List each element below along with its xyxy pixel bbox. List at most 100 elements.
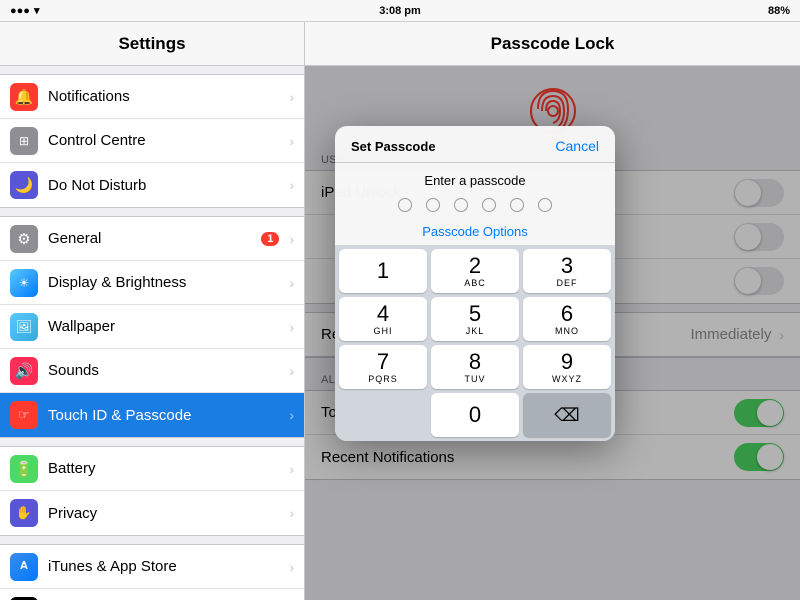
dot-2	[426, 198, 440, 212]
sidebar-group-2: ⚙ General 1 › ☀ Display & Brightness › 🖼…	[0, 216, 304, 438]
key-1-num: 1	[377, 260, 389, 282]
privacy-label: Privacy	[48, 505, 285, 522]
sidebar-item-notifications[interactable]: 🔔 Notifications ›	[0, 75, 304, 119]
key-delete[interactable]: ⌫	[523, 393, 611, 437]
dot-4	[482, 198, 496, 212]
dialog-cancel-button[interactable]: Cancel	[555, 138, 599, 154]
status-left: ●●● ▾	[10, 4, 39, 17]
key-1[interactable]: 1	[339, 249, 427, 293]
key-9[interactable]: 9 WXYZ	[523, 345, 611, 389]
chevron-icon: ›	[289, 505, 294, 521]
sidebar-group-4: 𝐀 iTunes & App Store › ◼ Wallet & Apple …	[0, 544, 304, 600]
chevron-icon: ›	[289, 231, 294, 247]
chevron-icon: ›	[289, 407, 294, 423]
sidebar-item-wallpaper[interactable]: 🖼 Wallpaper ›	[0, 305, 304, 349]
dialog-prompt: Enter a passcode	[335, 163, 615, 194]
itunes-icon: 𝐀	[10, 553, 38, 581]
notifications-label: Notifications	[48, 88, 285, 105]
key-5-alpha: JKL	[466, 326, 485, 336]
display-icon: ☀	[10, 269, 38, 297]
battery-label: 88%	[768, 5, 790, 17]
touch-id-icon: ☞	[10, 401, 38, 429]
key-2-num: 2	[469, 255, 481, 277]
dialog-title: Set Passcode	[351, 139, 436, 154]
sidebar-item-battery[interactable]: 🔋 Battery ›	[0, 447, 304, 491]
dialog-title-bar: Set Passcode Cancel	[335, 126, 615, 163]
key-4[interactable]: 4 GHI	[339, 297, 427, 341]
passcode-options-link[interactable]: Passcode Options	[335, 220, 615, 245]
general-icon: ⚙	[10, 225, 38, 253]
dialog-overlay: Set Passcode Cancel Enter a passcode Pas…	[305, 66, 800, 600]
key-7[interactable]: 7 PQRS	[339, 345, 427, 389]
sidebar-item-sounds[interactable]: 🔊 Sounds ›	[0, 349, 304, 393]
chevron-icon: ›	[289, 319, 294, 335]
key-5-num: 5	[469, 303, 481, 325]
chevron-icon: ›	[289, 177, 294, 193]
sidebar: 🔔 Notifications › ⊞ Control Centre › 🌙 D…	[0, 66, 305, 600]
sidebar-item-privacy[interactable]: ✋ Privacy ›	[0, 491, 304, 535]
numpad-row-1: 1 2 ABC 3 DEF	[339, 249, 611, 293]
key-3[interactable]: 3 DEF	[523, 249, 611, 293]
battery-icon: 🔋	[10, 455, 38, 483]
display-label: Display & Brightness	[48, 274, 285, 291]
wifi-icon: ▾	[34, 4, 40, 17]
dot-5	[510, 198, 524, 212]
key-6-num: 6	[561, 303, 573, 325]
key-7-num: 7	[377, 351, 389, 373]
numpad-row-3: 7 PQRS 8 TUV 9 WXYZ	[339, 345, 611, 389]
chevron-icon: ›	[289, 363, 294, 379]
sidebar-item-itunes[interactable]: 𝐀 iTunes & App Store ›	[0, 545, 304, 589]
key-0[interactable]: 0	[431, 393, 519, 437]
key-6[interactable]: 6 MNO	[523, 297, 611, 341]
key-4-alpha: GHI	[373, 326, 392, 336]
chevron-icon: ›	[289, 133, 294, 149]
key-4-num: 4	[377, 303, 389, 325]
sidebar-item-do-not-disturb[interactable]: 🌙 Do Not Disturb ›	[0, 163, 304, 207]
do-not-disturb-icon: 🌙	[10, 171, 38, 199]
sidebar-item-general[interactable]: ⚙ General 1 ›	[0, 217, 304, 261]
key-6-alpha: MNO	[555, 326, 579, 336]
sounds-label: Sounds	[48, 362, 285, 379]
chevron-icon: ›	[289, 461, 294, 477]
key-8-alpha: TUV	[465, 374, 486, 384]
status-bar: ●●● ▾ 3:08 pm 88%	[0, 0, 800, 22]
sounds-icon: 🔊	[10, 357, 38, 385]
key-3-alpha: DEF	[557, 278, 578, 288]
key-8[interactable]: 8 TUV	[431, 345, 519, 389]
general-label: General	[48, 230, 261, 247]
content-area: USE TOUCH ID FOR: iPad Unlock	[305, 66, 800, 600]
wallpaper-label: Wallpaper	[48, 318, 285, 335]
dot-6	[538, 198, 552, 212]
privacy-icon: ✋	[10, 499, 38, 527]
sidebar-item-touch-id[interactable]: ☞ Touch ID & Passcode ›	[0, 393, 304, 437]
key-8-num: 8	[469, 351, 481, 373]
dot-1	[398, 198, 412, 212]
passcode-dialog: Set Passcode Cancel Enter a passcode Pas…	[335, 126, 615, 441]
dot-3	[454, 198, 468, 212]
key-empty	[339, 393, 427, 437]
delete-icon: ⌫	[554, 405, 579, 426]
sidebar-item-control-centre[interactable]: ⊞ Control Centre ›	[0, 119, 304, 163]
touch-id-label: Touch ID & Passcode	[48, 407, 285, 424]
key-0-num: 0	[469, 404, 481, 426]
sidebar-item-display-brightness[interactable]: ☀ Display & Brightness ›	[0, 261, 304, 305]
key-5[interactable]: 5 JKL	[431, 297, 519, 341]
wallpaper-icon: 🖼	[10, 313, 38, 341]
key-2-alpha: ABC	[464, 278, 486, 288]
key-2[interactable]: 2 ABC	[431, 249, 519, 293]
control-centre-icon: ⊞	[10, 127, 38, 155]
numpad: 1 2 ABC 3 DEF	[335, 245, 615, 441]
nav-settings-title: Settings	[0, 22, 305, 65]
itunes-label: iTunes & App Store	[48, 558, 285, 575]
key-3-num: 3	[561, 255, 573, 277]
numpad-row-4: 0 ⌫	[339, 393, 611, 437]
sidebar-item-wallet[interactable]: ◼ Wallet & Apple Pay ›	[0, 589, 304, 600]
do-not-disturb-label: Do Not Disturb	[48, 177, 285, 194]
passcode-dots	[335, 194, 615, 220]
nav-passcode-title: Passcode Lock	[305, 34, 800, 54]
general-badge: 1	[261, 232, 279, 246]
chevron-icon: ›	[289, 89, 294, 105]
signal-icon: ●●●	[10, 5, 30, 17]
main-layout: 🔔 Notifications › ⊞ Control Centre › 🌙 D…	[0, 66, 800, 600]
nav-bar: Settings Passcode Lock	[0, 22, 800, 66]
